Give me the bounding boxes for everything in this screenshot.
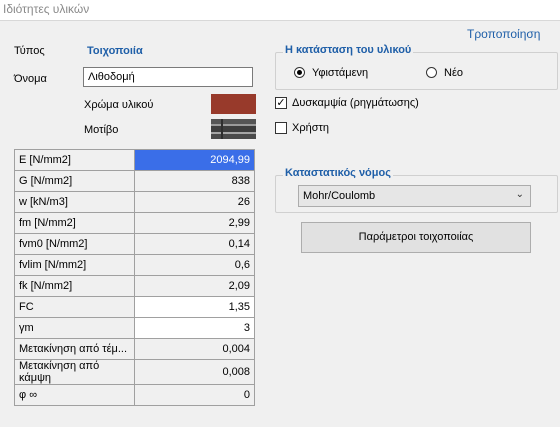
- property-value: 2,99: [134, 212, 255, 234]
- property-label: Μετακίνηση από κάμψη: [14, 359, 135, 385]
- property-label: φ ∞: [14, 384, 135, 406]
- property-row: γm 3: [14, 317, 255, 339]
- property-row: FC 1,35: [14, 296, 255, 318]
- existing-radio[interactable]: [294, 67, 305, 78]
- constitutive-law-title: Καταστατικός νόμος: [283, 167, 393, 179]
- material-color-swatch[interactable]: [211, 94, 256, 114]
- property-label: γm: [14, 317, 135, 339]
- property-row: Μετακίνηση από κάμψη 0,008: [14, 359, 255, 385]
- property-value: 0,14: [134, 233, 255, 255]
- name-input[interactable]: [83, 67, 253, 87]
- property-label: E [N/mm2]: [14, 149, 135, 171]
- stiffness-checkbox[interactable]: ✓: [275, 97, 287, 109]
- property-label: fvm0 [N/mm2]: [14, 233, 135, 255]
- property-value[interactable]: 1,35: [134, 296, 255, 318]
- name-label: Όνομα: [14, 73, 47, 85]
- material-state-title: Η κατάσταση του υλικού: [283, 44, 414, 56]
- title-bar: Ιδιότητες υλικών: [0, 0, 560, 21]
- modify-link[interactable]: Τροποποίηση: [467, 27, 540, 41]
- stiffness-checkbox-label[interactable]: Δυσκαμψία (ρηγμάτωσης): [292, 97, 419, 109]
- property-value: 26: [134, 191, 255, 213]
- property-label: fvlim [N/mm2]: [14, 254, 135, 276]
- chevron-down-icon: ⌄: [515, 189, 524, 200]
- window-title: Ιδιότητες υλικών: [3, 2, 90, 16]
- property-row: fvm0 [N/mm2] 0,14: [14, 233, 255, 255]
- property-label: w [kN/m3]: [14, 191, 135, 213]
- property-label: Μετακίνηση από τέμ...: [14, 338, 135, 360]
- property-label: fm [N/mm2]: [14, 212, 135, 234]
- new-radio[interactable]: [426, 67, 437, 78]
- property-row: G [N/mm2] 838: [14, 170, 255, 192]
- property-value: 0,008: [134, 359, 255, 385]
- constitutive-law-select[interactable]: Mohr/Coulomb ⌄: [298, 185, 531, 207]
- property-label: FC: [14, 296, 135, 318]
- pattern-swatch[interactable]: [211, 119, 256, 139]
- property-row: E [N/mm2] 2094,99: [14, 149, 255, 171]
- property-row: fm [N/mm2] 2,99: [14, 212, 255, 234]
- property-row: Μετακίνηση από τέμ... 0,004: [14, 338, 255, 360]
- user-checkbox[interactable]: [275, 122, 287, 134]
- checkmark-icon: ✓: [276, 97, 286, 109]
- masonry-params-button[interactable]: Παράμετροι τοιχοποιίας: [301, 222, 531, 253]
- user-checkbox-label[interactable]: Χρήστη: [292, 122, 329, 134]
- type-value: Τοιχοποιία: [87, 45, 143, 57]
- property-value: 0: [134, 384, 255, 406]
- property-value: 0,004: [134, 338, 255, 360]
- type-label: Τύπος: [14, 45, 45, 57]
- existing-radio-label[interactable]: Υφιστάμενη: [312, 67, 368, 79]
- material-color-label: Χρώμα υλικού: [84, 99, 154, 111]
- property-value: 0,6: [134, 254, 255, 276]
- property-row: φ ∞ 0: [14, 384, 255, 406]
- property-row: fvlim [N/mm2] 0,6: [14, 254, 255, 276]
- property-value: 838: [134, 170, 255, 192]
- property-label: G [N/mm2]: [14, 170, 135, 192]
- property-row: fk [N/mm2] 2,09: [14, 275, 255, 297]
- property-value: 2,09: [134, 275, 255, 297]
- new-radio-label[interactable]: Νέο: [444, 67, 463, 79]
- properties-table: E [N/mm2] 2094,99 G [N/mm2] 838 w [kN/m3] 26 f…: [14, 149, 255, 406]
- constitutive-law-value: Mohr/Coulomb: [303, 190, 376, 202]
- property-value[interactable]: 2094,99: [134, 149, 255, 171]
- property-row: w [kN/m3] 26: [14, 191, 255, 213]
- property-value[interactable]: 3: [134, 317, 255, 339]
- property-label: fk [N/mm2]: [14, 275, 135, 297]
- pattern-label: Μοτίβο: [84, 124, 119, 136]
